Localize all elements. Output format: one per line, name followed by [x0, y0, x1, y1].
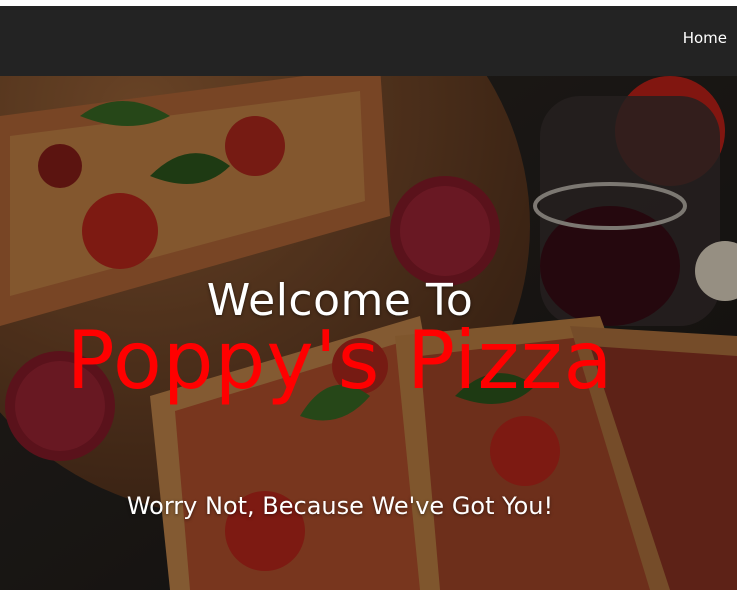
tagline: Worry Not, Because We've Got You! [126, 492, 554, 520]
hero-text-block: Welcome To Poppy's Pizza Worry Not, Beca… [0, 76, 737, 590]
navbar: Home [0, 6, 737, 76]
nav-link-home[interactable]: Home [683, 29, 727, 47]
brand-title: Poppy's Pizza [66, 314, 614, 407]
page: Home Welcome To Poppy's Pizza Worry Not,… [0, 0, 737, 590]
hero-section: Welcome To Poppy's Pizza Worry Not, Beca… [0, 76, 737, 590]
